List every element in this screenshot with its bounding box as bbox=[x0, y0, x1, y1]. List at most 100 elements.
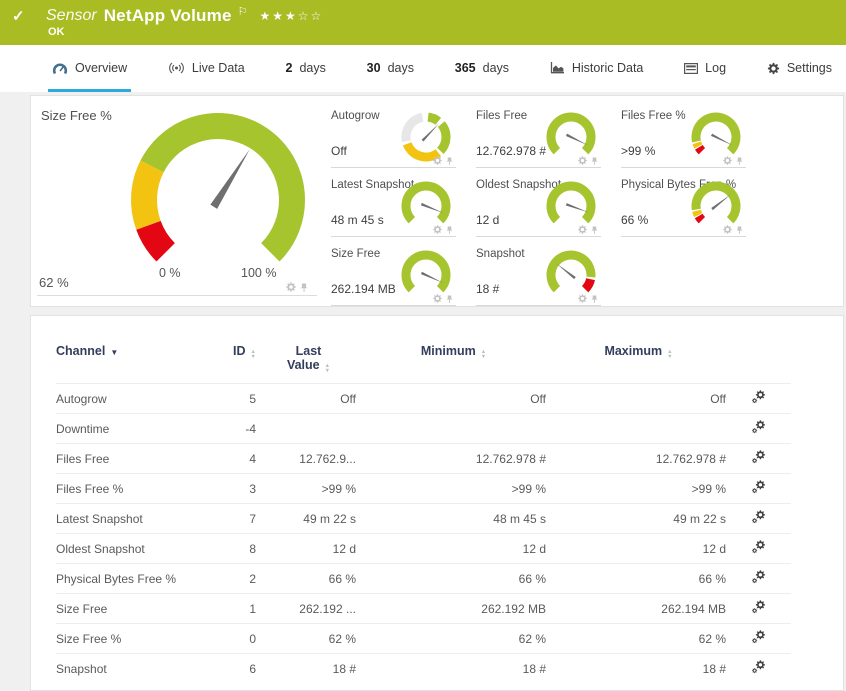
gauge-settings-gear-icon[interactable] bbox=[723, 225, 732, 234]
channel-settings-cell bbox=[731, 654, 791, 684]
gauge-settings-gear-icon[interactable] bbox=[578, 225, 587, 234]
gauge-value: 12 d bbox=[476, 213, 500, 227]
channel-settings-gears-icon[interactable] bbox=[752, 660, 766, 674]
channel-settings-gears-icon[interactable] bbox=[752, 390, 766, 404]
channel-settings-cell bbox=[731, 594, 791, 624]
gauge-pin-icon[interactable] bbox=[445, 225, 454, 234]
gauge-settings-gear-icon[interactable] bbox=[578, 294, 587, 303]
flag-icon[interactable]: ⚐ bbox=[238, 5, 248, 18]
table-row: Size Free 1 262.192 ... 262.192 MB 262.1… bbox=[56, 593, 791, 624]
main-gauge-cell-size-free-pct: Size Free % 0 % 100 % 62 % bbox=[31, 96, 319, 306]
channel-settings-gears-icon[interactable] bbox=[752, 480, 766, 494]
channel-settings-gears-icon[interactable] bbox=[752, 540, 766, 554]
tab-label: days bbox=[387, 61, 414, 75]
column-header-minimum[interactable]: Minimum ▲ ▼ bbox=[361, 338, 551, 384]
tab-365-days[interactable]: 365 days bbox=[451, 45, 513, 92]
last-value-cell: 18 # bbox=[332, 661, 356, 676]
tab-live-data[interactable]: Live Data bbox=[164, 45, 249, 92]
gauge-pin-icon[interactable] bbox=[590, 156, 599, 165]
priority-stars[interactable]: ★★★☆☆ bbox=[259, 9, 323, 23]
sort-icon[interactable]: ▲ ▼ bbox=[325, 364, 330, 373]
tab-settings[interactable]: Settings bbox=[763, 45, 836, 92]
channel-name-cell: Physical Bytes Free % bbox=[56, 571, 177, 586]
gauge-value: >99 % bbox=[621, 144, 656, 158]
mini-gauge-cell-latest-snapshot: Latest Snapshot 48 m 45 s bbox=[319, 171, 456, 237]
channel-name-cell: Latest Snapshot bbox=[56, 511, 143, 526]
gauge-pin-icon[interactable] bbox=[590, 294, 599, 303]
channel-id-cell: 7 bbox=[249, 511, 256, 526]
tab-label: days bbox=[482, 61, 510, 75]
last-value-cell: 12.762.9... bbox=[299, 451, 356, 466]
last-value-cell: 49 m 22 s bbox=[303, 511, 356, 526]
tab-log[interactable]: Log bbox=[680, 45, 730, 92]
gauge-settings-gear-icon[interactable] bbox=[433, 294, 442, 303]
channel-name-cell: Size Free % bbox=[56, 631, 122, 646]
channel-id-cell: 0 bbox=[249, 631, 256, 646]
area-chart-icon bbox=[550, 62, 564, 74]
gauge-title: Size Free % bbox=[41, 108, 112, 123]
maximum-cell: 12.762.978 # bbox=[655, 451, 726, 466]
sort-icon[interactable]: ▲ ▼ bbox=[481, 350, 486, 359]
tab-overview[interactable]: Overview bbox=[48, 45, 132, 92]
gauge-value: 66 % bbox=[621, 213, 649, 227]
object-kind-label: Sensor bbox=[46, 7, 97, 24]
column-header-channel[interactable]: Channel ▼ bbox=[56, 338, 206, 384]
gauge-settings-gear-icon[interactable] bbox=[723, 156, 732, 165]
sort-icon[interactable]: ▲ ▼ bbox=[251, 350, 256, 359]
snapshot-gauge bbox=[546, 250, 596, 293]
minimum-cell: 262.192 MB bbox=[481, 601, 546, 616]
sort-icon[interactable]: ▲ ▼ bbox=[667, 350, 672, 359]
last-value-cell: 262.192 ... bbox=[299, 601, 356, 616]
gauge-pin-icon[interactable] bbox=[445, 156, 454, 165]
tab-2-days[interactable]: 2 days bbox=[282, 45, 330, 92]
tab-30-days[interactable]: 30 days bbox=[363, 45, 418, 92]
column-header-maximum[interactable]: Maximum ▲ ▼ bbox=[551, 338, 731, 384]
gauge-settings-gear-icon[interactable] bbox=[433, 156, 442, 165]
minimum-cell: Off bbox=[530, 391, 546, 406]
channel-id-cell: 3 bbox=[249, 481, 256, 496]
tab-label: days bbox=[299, 61, 326, 75]
gauge-settings-gear-icon[interactable] bbox=[433, 225, 442, 234]
channel-settings-gears-icon[interactable] bbox=[752, 600, 766, 614]
channel-settings-gears-icon[interactable] bbox=[752, 510, 766, 524]
tab-label: Historic Data bbox=[571, 61, 644, 75]
tab-label: Log bbox=[705, 61, 727, 75]
column-label: ID bbox=[233, 344, 246, 358]
tab-historic-data[interactable]: Historic Data bbox=[546, 45, 648, 92]
gear-icon bbox=[766, 61, 780, 75]
gauges-panel: Size Free % 0 % 100 % 62 % Autogrow Off … bbox=[30, 95, 844, 307]
gauge-pin-icon[interactable] bbox=[590, 225, 599, 234]
channel-id-cell: -4 bbox=[245, 421, 256, 436]
mini-gauge-cell-files-free-pct: Files Free % >99 % bbox=[609, 102, 746, 168]
files-free-pct-gauge bbox=[691, 112, 741, 155]
maximum-cell: Off bbox=[710, 391, 726, 406]
channel-name-cell: Size Free bbox=[56, 601, 108, 616]
gauge-min-label: 0 % bbox=[159, 266, 181, 280]
channel-settings-gears-icon[interactable] bbox=[752, 570, 766, 584]
column-header-last-value[interactable]: Last Value ▲ ▼ bbox=[261, 338, 361, 384]
mini-gauge-cell-files-free: Files Free 12.762.978 # bbox=[464, 102, 601, 168]
channel-settings-gears-icon[interactable] bbox=[752, 420, 766, 434]
gauge-pin-icon[interactable] bbox=[735, 225, 744, 234]
physical-bytes-free-pct-gauge bbox=[691, 181, 741, 224]
channel-settings-cell bbox=[731, 534, 791, 564]
sort-desc-icon[interactable]: ▼ bbox=[110, 348, 118, 357]
last-value-cell: >99 % bbox=[321, 481, 356, 496]
table-row: Latest Snapshot 7 49 m 22 s 48 m 45 s 49… bbox=[56, 503, 791, 534]
mini-gauge-cell-autogrow: Autogrow Off bbox=[319, 102, 456, 168]
gauge-pin-icon[interactable] bbox=[445, 294, 454, 303]
gauge-pin-icon[interactable] bbox=[735, 156, 744, 165]
table-row: Files Free % 3 >99 % >99 % >99 % bbox=[56, 473, 791, 504]
gauge-settings-gear-icon[interactable] bbox=[578, 156, 587, 165]
channel-settings-gears-icon[interactable] bbox=[752, 630, 766, 644]
table-row: Snapshot 6 18 # 18 # 18 # bbox=[56, 653, 791, 684]
tab-number: 365 bbox=[454, 61, 476, 75]
channel-settings-cell bbox=[731, 564, 791, 594]
gauge-settings-gear-icon[interactable] bbox=[286, 282, 296, 292]
mini-gauge-cell-physical-bytes-free-pct: Physical Bytes Free % 66 % bbox=[609, 171, 746, 237]
channel-settings-gears-icon[interactable] bbox=[752, 450, 766, 464]
channel-id-cell: 1 bbox=[249, 601, 256, 616]
maximum-cell: 12 d bbox=[702, 541, 726, 556]
column-header-id[interactable]: ID ▲ ▼ bbox=[206, 338, 261, 384]
gauge-pin-icon[interactable] bbox=[299, 283, 309, 292]
